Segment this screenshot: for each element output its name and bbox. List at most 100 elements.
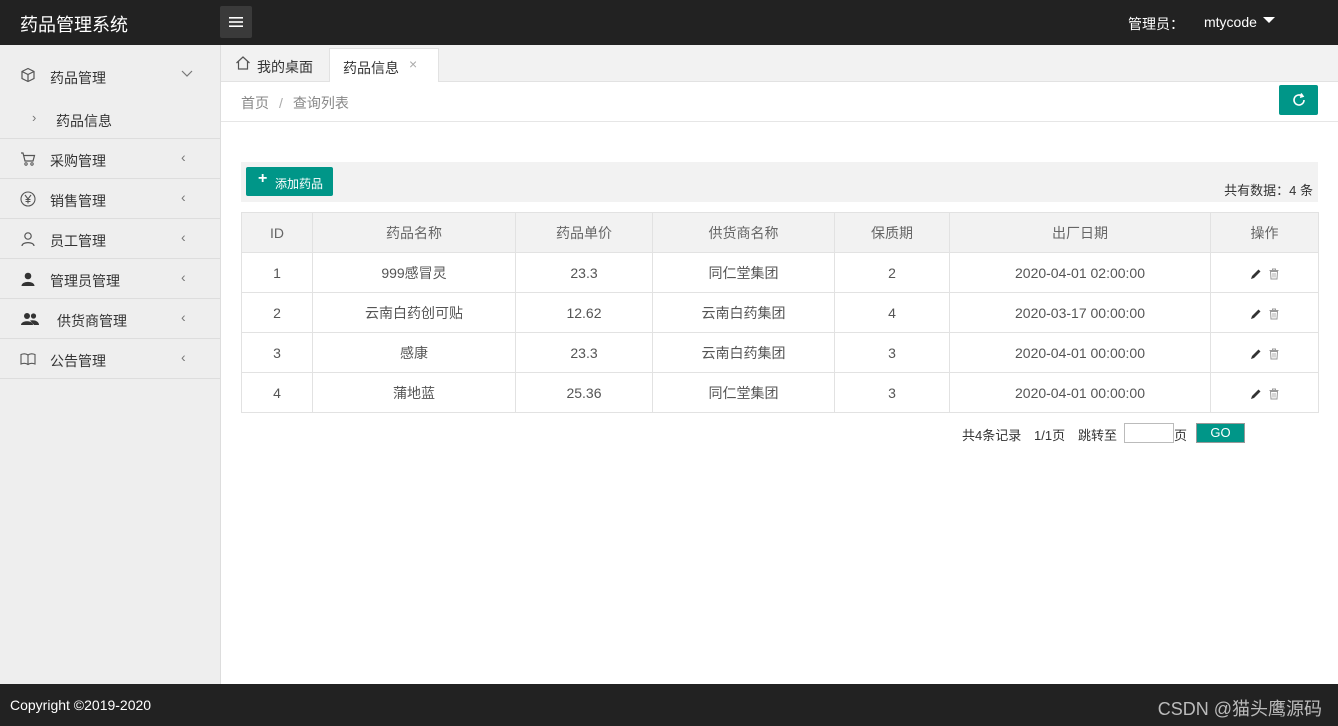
column-header: ID [241,212,313,253]
hamburger-icon [229,17,243,27]
sidebar-item-label: 公告管理 [50,353,106,369]
cube-icon [21,67,35,83]
cell-price: 25.36 [515,372,653,413]
breadcrumb-bar: 首页 / 查询列表 [221,82,1338,122]
caret-down-icon[interactable] [1263,17,1275,23]
app-title: 药品管理系统 [20,15,128,35]
cell-shelf-life: 4 [834,292,950,333]
delete-icon[interactable] [1268,388,1280,400]
total-count: 共有数据：4 条 [1224,183,1313,198]
tab-bar: 我的桌面 药品信息 × [221,45,1338,82]
chevron-down-icon [181,70,193,77]
page-indicator: 1/1页 [1034,428,1066,443]
add-drug-button[interactable]: + 添加药品 [246,167,333,196]
sidebar-item-staff[interactable]: 员工管理 ‹ [0,219,220,259]
cell-id: 1 [241,252,313,293]
admin-name-menu[interactable]: mtycode [1204,14,1257,30]
cell-id: 4 [241,372,313,413]
yen-icon [20,191,36,207]
cell-shelf-life: 3 [834,372,950,413]
cell-supplier: 云南白药集团 [652,292,835,333]
page-unit-label: 页 [1174,428,1188,443]
chevron-left-icon: ‹ [181,349,186,365]
sidebar-item-notices[interactable]: 公告管理 ‹ [0,339,220,379]
cell-id: 2 [241,292,313,333]
column-header: 保质期 [834,212,950,253]
refresh-button[interactable] [1279,85,1318,115]
sidebar-item-label: 员工管理 [50,233,106,249]
sidebar-item-label: 药品管理 [50,70,106,86]
cell-supplier: 同仁堂集团 [652,372,835,413]
sidebar: 药品管理 › 药品信息 采购管理 ‹ 销售管理 ‹ 员工管理 ‹ 管理员管理 ‹… [0,45,221,684]
footer: Copyright ©2019-2020 CSDN @猫头鹰源码 [0,684,1338,726]
sidebar-item-sales[interactable]: 销售管理 ‹ [0,179,220,219]
cell-supplier: 云南白药集团 [652,332,835,373]
sidebar-item-label: 销售管理 [50,193,106,209]
cell-price: 23.3 [515,332,653,373]
close-icon[interactable]: × [409,56,417,72]
sidebar-item-suppliers[interactable]: 供货商管理 ‹ [0,299,220,339]
tab-label: 我的桌面 [257,59,313,75]
delete-icon[interactable] [1268,308,1280,320]
delete-icon[interactable] [1268,348,1280,360]
cell-id: 3 [241,332,313,373]
cell-date: 2020-04-01 02:00:00 [949,252,1211,293]
breadcrumb-separator: / [279,95,283,111]
table-header-row: ID 药品名称 药品单价 供货商名称 保质期 出厂日期 操作 [241,212,1319,253]
group-users-icon [21,313,39,325]
record-count: 共4条记录 [962,428,1022,443]
chevron-left-icon: ‹ [181,269,186,285]
cell-date: 2020-03-17 00:00:00 [949,292,1211,333]
refresh-icon [1292,93,1305,106]
cell-shelf-life: 2 [834,252,950,293]
column-header: 操作 [1210,212,1319,253]
cell-actions [1210,252,1319,293]
cell-name: 云南白药创可贴 [312,292,516,333]
menu-toggle-button[interactable] [220,6,252,38]
jump-page-input[interactable] [1124,423,1174,443]
edit-icon[interactable] [1250,308,1262,320]
user-icon [21,232,35,247]
home-icon [236,56,250,70]
chevron-right-icon: › [32,110,37,125]
chevron-left-icon: ‹ [181,149,186,165]
sidebar-subitem-drug-info[interactable]: › 药品信息 [0,99,220,139]
tab-drug-info[interactable]: 药品信息 × [329,48,439,82]
edit-icon[interactable] [1250,268,1262,280]
cell-actions [1210,332,1319,373]
cell-date: 2020-04-01 00:00:00 [949,332,1211,373]
chevron-left-icon: ‹ [181,229,186,245]
plus-icon: + [258,170,268,187]
sidebar-item-purchase[interactable]: 采购管理 ‹ [0,139,220,179]
column-header: 出厂日期 [949,212,1211,253]
drug-table: ID 药品名称 药品单价 供货商名称 保质期 出厂日期 操作 1 999感冒灵 … [241,212,1319,413]
chevron-left-icon: ‹ [181,309,186,325]
edit-icon[interactable] [1250,348,1262,360]
cell-name: 感康 [312,332,516,373]
cell-date: 2020-04-01 00:00:00 [949,372,1211,413]
breadcrumb: 首页 / 查询列表 [241,93,349,113]
column-header: 药品单价 [515,212,653,253]
copyright: Copyright ©2019-2020 [10,697,152,713]
sidebar-item-admins[interactable]: 管理员管理 ‹ [0,259,220,299]
sidebar-item-drugs[interactable]: 药品管理 [0,45,220,99]
top-bar: 药品管理系统 管理员： mtycode [0,0,1338,45]
tab-desktop[interactable]: 我的桌面 [233,48,328,82]
sidebar-subitem-label: 药品信息 [56,113,112,129]
breadcrumb-home[interactable]: 首页 [241,95,269,111]
cell-name: 999感冒灵 [312,252,516,293]
table-row: 1 999感冒灵 23.3 同仁堂集团 2 2020-04-01 02:00:0… [241,252,1319,293]
sidebar-item-label: 采购管理 [50,153,106,169]
cell-price: 12.62 [515,292,653,333]
breadcrumb-current: 查询列表 [292,95,349,111]
go-button[interactable]: GO [1196,423,1245,443]
edit-icon[interactable] [1250,388,1262,400]
delete-icon[interactable] [1268,268,1280,280]
admin-user-icon [21,272,35,286]
add-drug-label: 添加药品 [275,177,324,191]
cell-shelf-life: 3 [834,332,950,373]
cell-name: 蒲地蓝 [312,372,516,413]
column-header: 药品名称 [312,212,516,253]
cell-actions [1210,292,1319,333]
cell-actions [1210,372,1319,413]
